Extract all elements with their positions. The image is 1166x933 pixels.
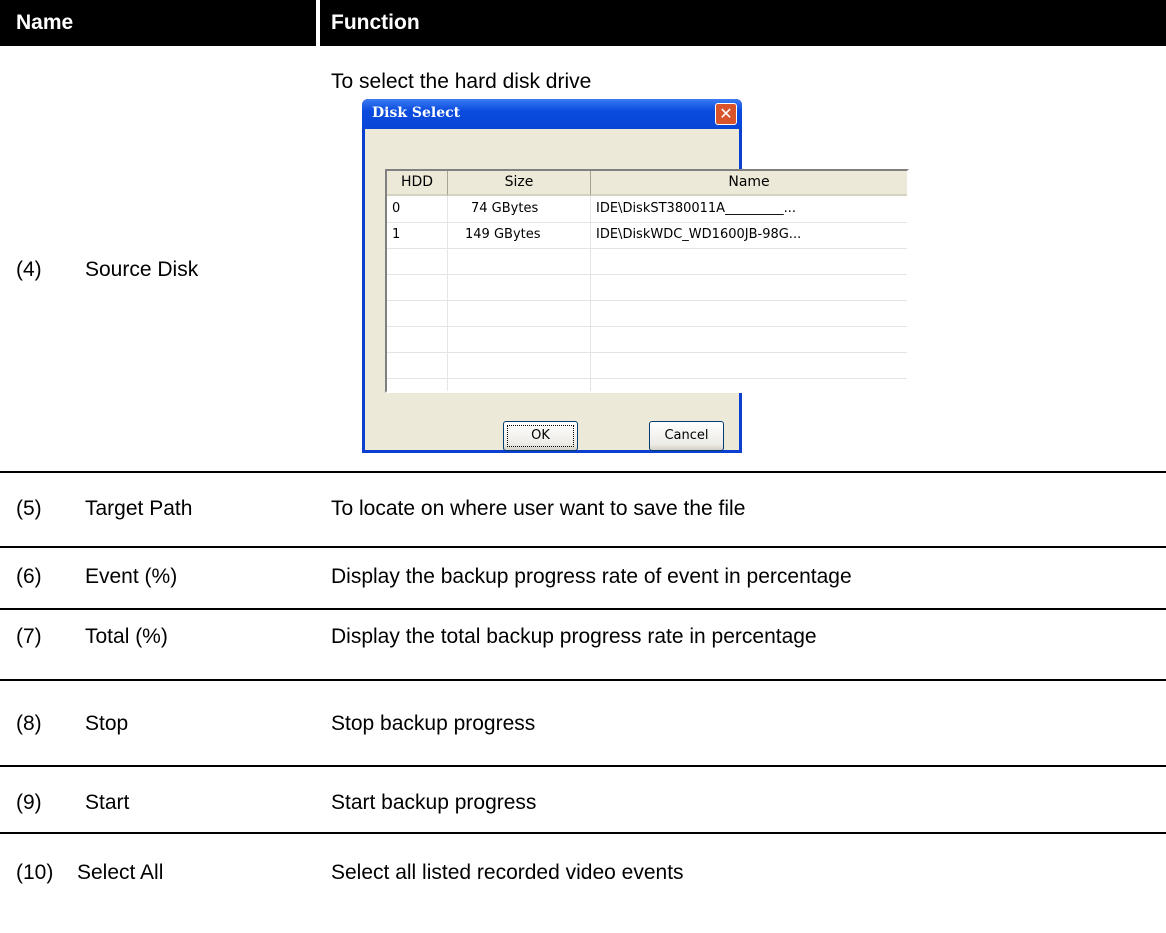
cancel-button[interactable]: Cancel: [649, 421, 724, 451]
row-number: (4): [16, 258, 42, 281]
empty-row: [387, 248, 907, 275]
cell-name: IDE\DiskWDC_WD1600JB-98G...: [596, 227, 802, 242]
row-name: Select All: [77, 861, 164, 884]
cell-hdd: 1: [392, 227, 401, 242]
row-name: Start: [85, 791, 130, 814]
disk-list-header: HDD Size Name: [387, 171, 907, 196]
row-number: (5): [16, 497, 42, 520]
empty-row: [387, 300, 907, 327]
header-function: Function: [331, 11, 420, 34]
row-divider: [0, 679, 1166, 681]
empty-row: [387, 274, 907, 301]
row-divider: [0, 608, 1166, 610]
row-number: (9): [16, 791, 42, 814]
dialog-titlebar: Disk Select ✕: [362, 99, 742, 129]
disk-row[interactable]: 0 74 GBytes IDE\DiskST380011A_________..…: [387, 196, 907, 223]
cell-name: IDE\DiskST380011A_________...: [596, 201, 796, 216]
row-number: (6): [16, 565, 42, 588]
row-name: Total (%): [85, 625, 168, 648]
row-divider: [0, 471, 1166, 473]
dialog-body: HDD Size Name 0 74 GBytes IDE\DiskST3800…: [365, 129, 909, 451]
column-name[interactable]: Name: [591, 171, 907, 196]
row-function: To select the hard disk drive: [331, 70, 592, 93]
row-function: Display the total backup progress rate i…: [331, 625, 817, 648]
row-number: (10): [16, 861, 54, 884]
row-name: Target Path: [85, 497, 193, 520]
row-name: Source Disk: [85, 258, 199, 281]
dialog-title: Disk Select: [372, 105, 461, 121]
empty-row: [387, 326, 907, 353]
close-icon[interactable]: ✕: [715, 103, 737, 125]
focus-ring: [507, 425, 574, 447]
empty-row: [387, 352, 907, 379]
disk-row[interactable]: 1 149 GBytes IDE\DiskWDC_WD1600JB-98G...: [387, 222, 907, 249]
row-divider: [0, 765, 1166, 767]
row-function: Stop backup progress: [331, 712, 536, 735]
row-function: To locate on where user want to save the…: [331, 497, 746, 520]
row-divider: [0, 546, 1166, 548]
header-separator: [316, 0, 320, 46]
cell-hdd: 0: [392, 201, 401, 216]
row-function: Display the backup progress rate of even…: [331, 565, 852, 588]
row-name: Stop: [85, 712, 129, 735]
row-number: (7): [16, 625, 42, 648]
column-size[interactable]: Size: [448, 171, 591, 196]
row-name: Event (%): [85, 565, 178, 588]
document-page: Name Function (4) Source Disk To select …: [0, 0, 1166, 933]
cell-size: 149 GBytes: [465, 227, 541, 242]
column-hdd[interactable]: HDD: [387, 171, 448, 196]
row-divider: [0, 832, 1166, 834]
table-header: Name Function: [0, 0, 1166, 46]
row-function: Start backup progress: [331, 791, 537, 814]
header-name: Name: [16, 11, 74, 34]
ok-button[interactable]: OK: [503, 421, 578, 451]
disk-list[interactable]: HDD Size Name 0 74 GBytes IDE\DiskST3800…: [385, 169, 909, 393]
row-number: (8): [16, 712, 42, 735]
row-function: Select all listed recorded video events: [331, 861, 684, 884]
cell-size: 74 GBytes: [471, 201, 539, 216]
disk-select-dialog: Disk Select ✕ HDD Size Name 0 74 GBytes …: [362, 99, 909, 453]
